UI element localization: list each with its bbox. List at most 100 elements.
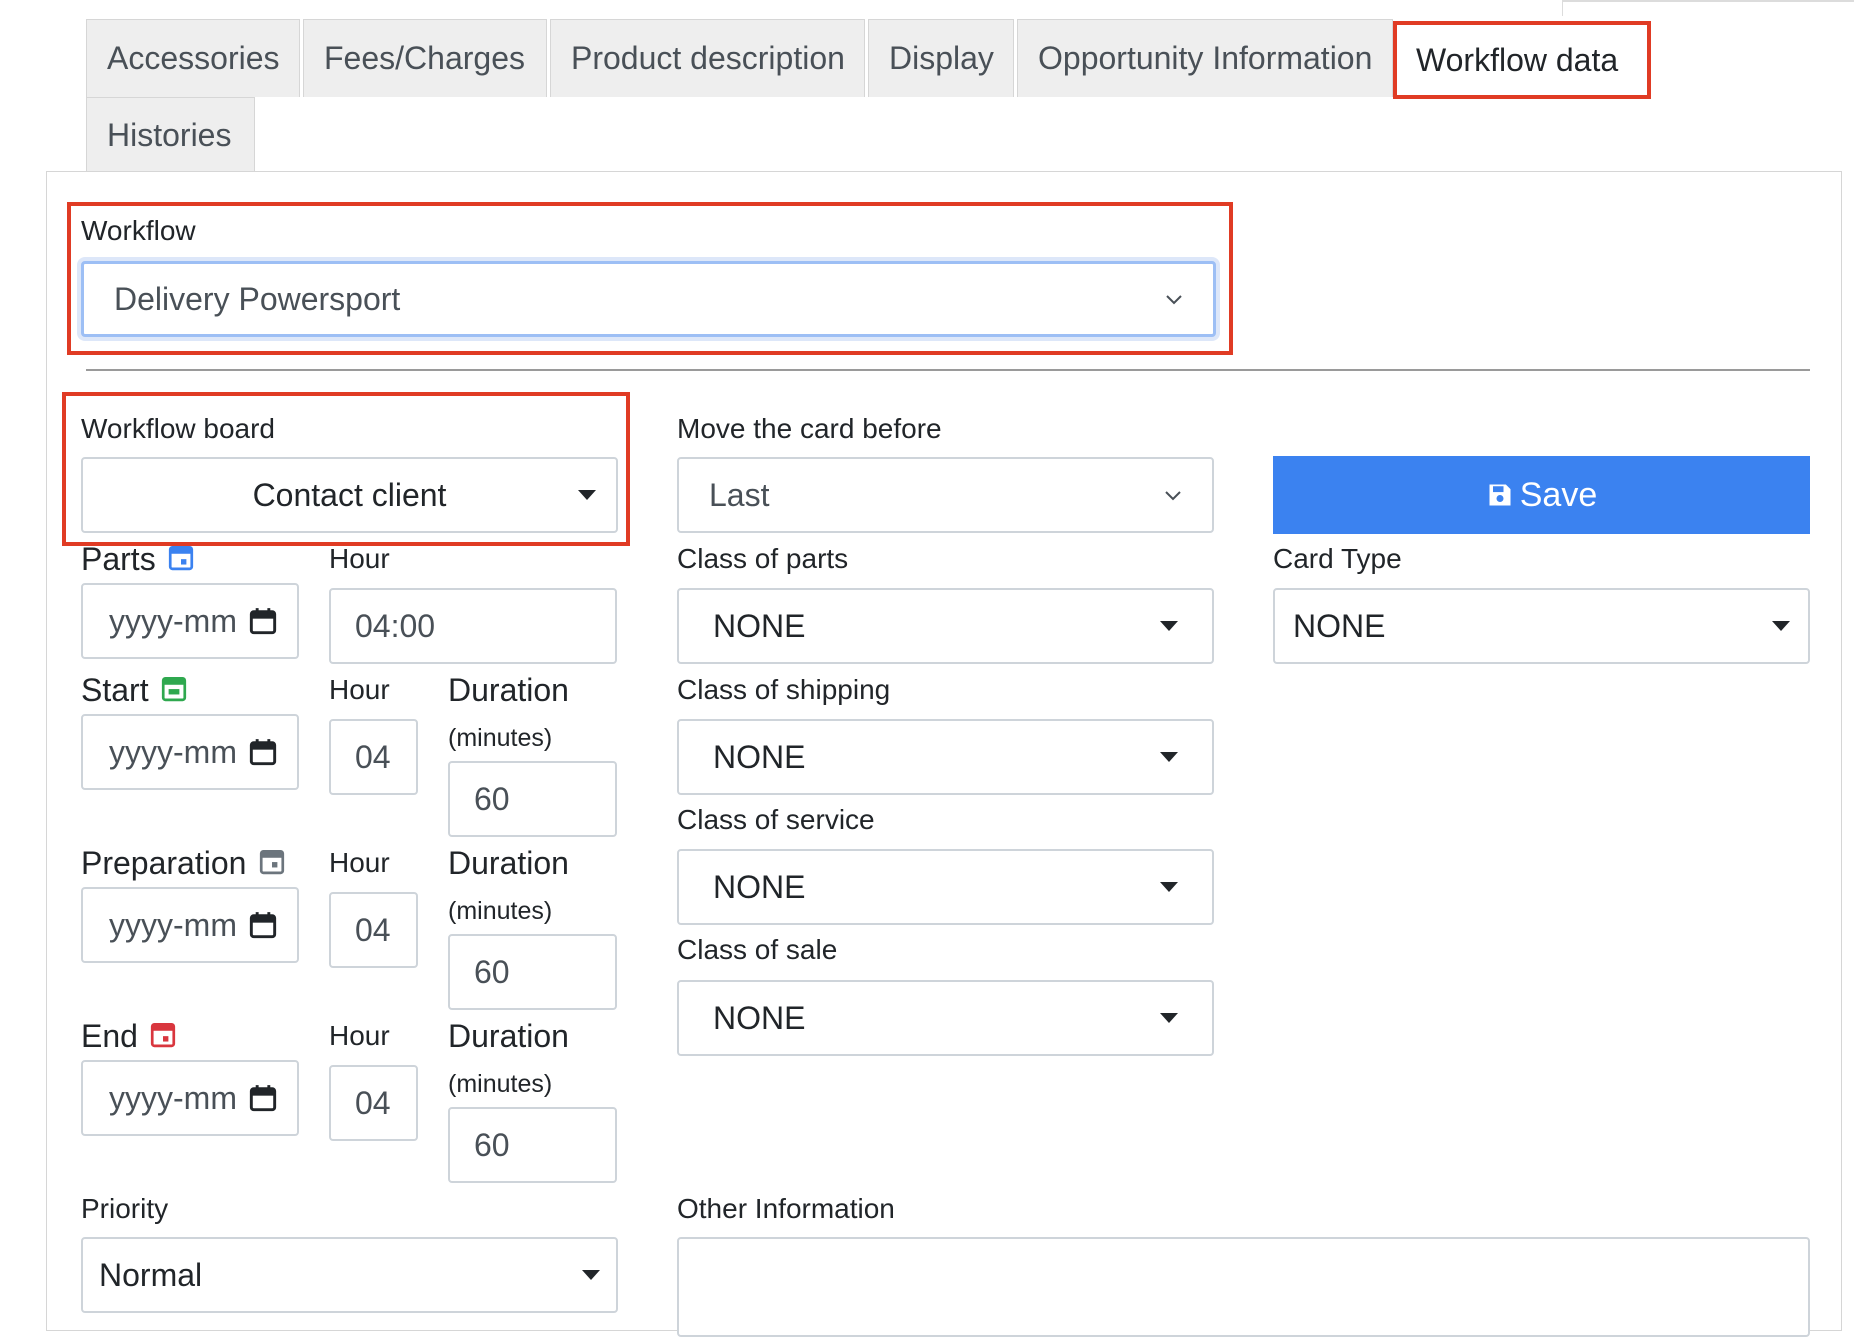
workflow-data-form: Accessories Fees/Charges Product descrip… [0, 0, 1854, 1337]
preparation-hour-input[interactable]: 04 [329, 892, 418, 968]
end-date-input[interactable]: yyyy-mm [81, 1060, 299, 1136]
card-type-select[interactable]: NONE [1273, 588, 1810, 664]
calendar-icon [259, 849, 285, 875]
calendar-icon [168, 545, 194, 571]
end-duration-label: Duration [448, 1018, 569, 1054]
move-card-label: Move the card before [677, 413, 942, 444]
tab-product-description-label: Product description [571, 40, 845, 76]
parts-label: Parts [81, 541, 156, 577]
parts-hour-value: 04:00 [355, 607, 436, 644]
calendar-icon [150, 1022, 176, 1048]
workflow-board-select-value: Contact client [252, 476, 447, 513]
workflow-board-label: Workflow board [81, 413, 276, 444]
card-type-label: Card Type [1273, 543, 1402, 574]
move-card-select-value: Last [709, 476, 770, 513]
class-of-shipping-select[interactable]: NONE [677, 719, 1214, 795]
start-hour-label: Hour [329, 674, 390, 705]
preparation-hour-value: 04 [355, 911, 391, 948]
parts-hour-label: Hour [329, 543, 390, 574]
start-date-input[interactable]: yyyy-mm [81, 714, 299, 790]
class-of-service-value: NONE [713, 868, 806, 905]
caret-down-icon [1160, 621, 1178, 631]
caret-down-icon [1160, 752, 1178, 762]
move-card-select[interactable]: Last [677, 457, 1214, 533]
save-button[interactable]: Save [1273, 456, 1810, 534]
tab-accessories-label: Accessories [107, 40, 280, 76]
class-of-sale-select[interactable]: NONE [677, 980, 1214, 1056]
start-hour-input[interactable]: 04 [329, 719, 418, 795]
calendar-icon [249, 1085, 277, 1112]
class-of-service-label: Class of service [677, 804, 875, 835]
tab-workflow-data-label: Workflow data [1416, 42, 1619, 78]
class-of-parts-select[interactable]: NONE [677, 588, 1214, 664]
tab-histories-label: Histories [107, 116, 232, 153]
end-hour-label: Hour [329, 1020, 390, 1051]
tab-opportunity-information-label: Opportunity Information [1038, 40, 1373, 76]
preparation-hour-label: Hour [329, 847, 390, 878]
calendar-icon [249, 608, 277, 635]
end-duration-unit: (minutes) [448, 1070, 553, 1098]
start-duration-label: Duration [448, 672, 569, 708]
end-date-placeholder: yyyy-mm [109, 1079, 237, 1116]
workflow-select[interactable]: Delivery Powersport [81, 261, 1216, 337]
calendar-icon [161, 676, 187, 702]
parts-date-input[interactable]: yyyy-mm [81, 583, 299, 659]
class-of-shipping-value: NONE [713, 738, 806, 775]
workflow-label: Workflow [81, 215, 196, 246]
tab-display[interactable]: Display [868, 19, 1014, 97]
end-duration-value: 60 [474, 1126, 510, 1163]
start-duration-value: 60 [474, 780, 510, 817]
caret-down-icon [1160, 1013, 1178, 1023]
preparation-duration-unit: (minutes) [448, 897, 553, 925]
priority-label: Priority [81, 1193, 169, 1224]
caret-down-icon [1160, 882, 1178, 892]
tab-display-label: Display [889, 40, 994, 76]
class-of-parts-value: NONE [713, 607, 806, 644]
parts-hour-input[interactable]: 04:00 [329, 588, 617, 664]
floppy-disk-icon [1489, 484, 1511, 506]
start-duration-unit: (minutes) [448, 724, 553, 752]
card-type-value: NONE [1293, 607, 1386, 644]
workflow-select-value: Delivery Powersport [114, 280, 401, 317]
class-of-parts-label: Class of parts [677, 543, 849, 574]
tab-opportunity-information[interactable]: Opportunity Information [1017, 19, 1393, 97]
start-hour-value: 04 [355, 738, 391, 775]
tab-product-description[interactable]: Product description [550, 19, 865, 97]
calendar-icon [249, 739, 277, 766]
class-of-shipping-label: Class of shipping [677, 674, 891, 705]
class-of-sale-label: Class of sale [677, 934, 838, 965]
class-of-service-select[interactable]: NONE [677, 849, 1214, 925]
tab-accessories[interactable]: Accessories [86, 19, 300, 97]
preparation-duration-label: Duration [448, 845, 569, 881]
parts-date-placeholder: yyyy-mm [109, 602, 237, 639]
other-information-label: Other Information [677, 1193, 895, 1224]
end-hour-value: 04 [355, 1084, 391, 1121]
section-divider [86, 369, 1810, 371]
end-duration-input[interactable]: 60 [448, 1107, 617, 1183]
preparation-date-placeholder: yyyy-mm [109, 906, 237, 943]
class-of-sale-value: NONE [713, 999, 806, 1036]
tab-workflow-data[interactable]: Workflow data [1393, 21, 1651, 99]
save-button-label: Save [1519, 475, 1598, 514]
end-label: End [81, 1018, 138, 1054]
start-duration-input[interactable]: 60 [448, 761, 617, 837]
top-edge [1562, 0, 1854, 4]
other-information-textarea[interactable] [677, 1237, 1810, 1337]
priority-select[interactable]: Normal [81, 1237, 618, 1313]
caret-down-icon [578, 490, 596, 500]
preparation-duration-input[interactable]: 60 [448, 934, 617, 1010]
priority-value: Normal [99, 1256, 203, 1293]
preparation-label: Preparation [81, 845, 247, 881]
preparation-date-input[interactable]: yyyy-mm [81, 887, 299, 963]
caret-down-icon [582, 1270, 600, 1280]
start-label: Start [81, 672, 149, 708]
workflow-board-select[interactable]: Contact client [81, 457, 618, 533]
tab-fees-charges-label: Fees/Charges [324, 40, 525, 76]
tab-histories[interactable]: Histories [86, 97, 255, 172]
end-hour-input[interactable]: 04 [329, 1065, 418, 1141]
start-date-placeholder: yyyy-mm [109, 733, 237, 770]
tab-fees-charges[interactable]: Fees/Charges [303, 19, 547, 97]
calendar-icon [249, 912, 277, 939]
chevron-down-icon [1165, 491, 1181, 501]
caret-down-icon [1772, 621, 1790, 631]
